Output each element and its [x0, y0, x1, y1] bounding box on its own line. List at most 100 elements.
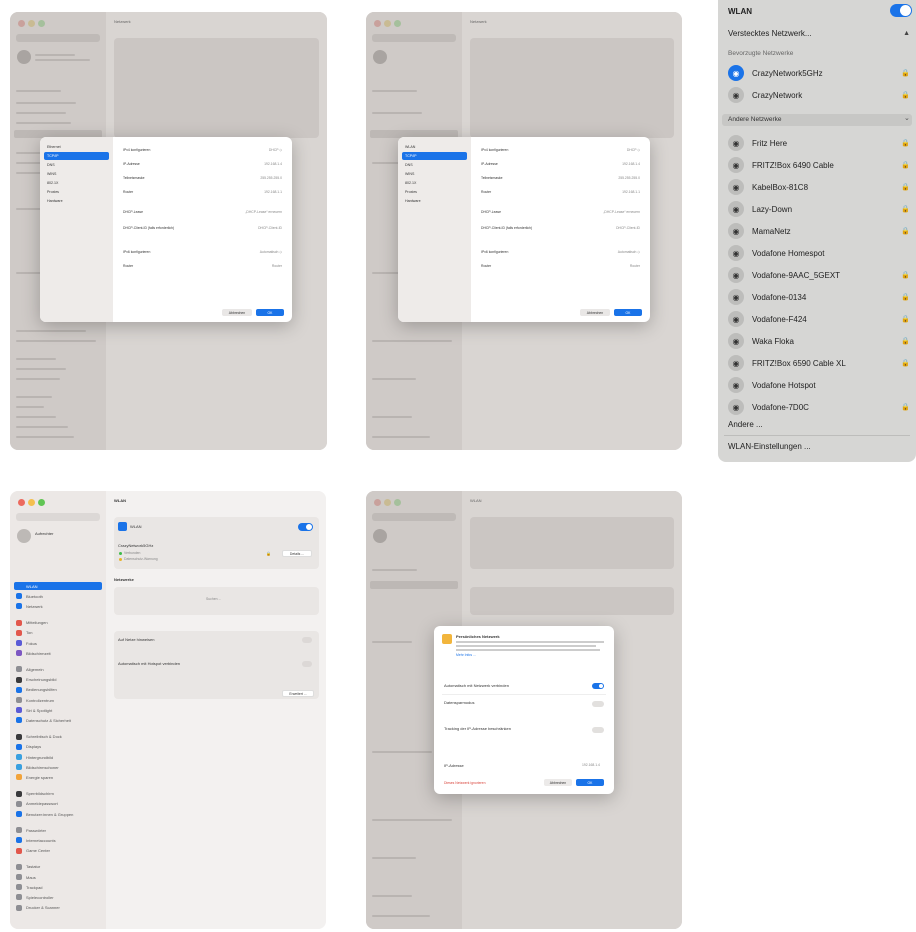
sidebar-item[interactable]: Anmeldepasswort [16, 800, 58, 808]
zoom-button[interactable] [394, 499, 401, 506]
sidebar-item[interactable]: Hintergrundbild [16, 753, 53, 761]
sidebar-item[interactable]: Allgemein [16, 665, 44, 673]
dialog-tab-hardware[interactable]: Hardware [44, 197, 109, 205]
dialog-tab-wins[interactable]: WINS [44, 170, 109, 178]
auto-join-toggle[interactable] [592, 683, 604, 689]
sidebar-item[interactable]: Tastatur [16, 863, 40, 871]
dialog-tab-proxies[interactable]: Proxies [44, 188, 109, 196]
network-item[interactable]: ◉ CrazyNetwork5GHz 🔒 [728, 62, 910, 84]
sidebar-item[interactable]: Game Center [16, 847, 50, 855]
forget-network-button[interactable]: Dieses Netzwerk ignorieren [444, 781, 485, 785]
dialog-tab-wlan[interactable]: WLAN [402, 143, 467, 151]
close-button[interactable] [18, 20, 25, 27]
sidebar-item[interactable]: Bluetooth [16, 592, 43, 600]
sidebar-item[interactable]: Benutzer:innen & Gruppen [16, 810, 73, 818]
dialog-tab-wins[interactable]: WINS [402, 170, 467, 178]
sidebar-item[interactable]: Ton [16, 629, 32, 637]
sidebar-item[interactable]: Schreibtisch & Dock [16, 733, 62, 741]
ok-button[interactable]: OK [576, 779, 604, 786]
sidebar-item[interactable]: WLAN [14, 582, 102, 590]
sidebar-item[interactable]: Drucker & Scanner [16, 904, 60, 912]
sidebar-item[interactable]: Siri & Spotlight [16, 706, 52, 714]
network-item[interactable]: ◉ Vodafone-F424 🔒 [728, 308, 910, 330]
setting-row[interactable]: IPv6 konfigurieren Automatisch ◇ [481, 247, 640, 257]
dialog-tab-tcpip[interactable]: TCP/IP [44, 152, 109, 160]
network-item[interactable]: ◉ KabelBox-81C8 🔒 [728, 176, 910, 198]
setting-row[interactable]: DHCP-Lease „DHCP-Lease“ erneuern [481, 207, 640, 217]
sidebar-item[interactable]: Sperrbildschirm [16, 790, 54, 798]
more-info-link[interactable]: Mehr Infos ... [456, 653, 476, 657]
setting-row[interactable]: IPv4 konfigurieren DHCP ◇ [123, 145, 282, 155]
sidebar-item[interactable]: Internetaccounts [16, 836, 56, 844]
network-item[interactable]: ◉ FRITZ!Box 6490 Cable 🔒 [728, 154, 910, 176]
dialog-tab-8021x[interactable]: 802.1X [402, 179, 467, 187]
sidebar-item[interactable]: Spielecontroller [16, 893, 54, 901]
zoom-button[interactable] [394, 20, 401, 27]
sidebar-item[interactable]: Bedienungshilfen [16, 686, 57, 694]
search-field[interactable] [372, 34, 456, 42]
network-item[interactable]: ◉ Lazy-Down 🔒 [728, 198, 910, 220]
low-data-toggle[interactable] [592, 701, 604, 707]
network-item[interactable]: ◉ Fritz Here 🔒 [728, 132, 910, 154]
sidebar-item[interactable]: Trackpad [16, 883, 43, 891]
setting-row[interactable]: DHCP-Client-ID (falls erforderlich) DHCP-… [481, 223, 640, 233]
wlan-settings-item[interactable]: WLAN-Einstellungen ... [728, 442, 910, 451]
sidebar-item[interactable]: Mitteilungen [16, 619, 48, 627]
zoom-button[interactable] [38, 499, 45, 506]
minimize-button[interactable] [28, 499, 35, 506]
minimize-button[interactable] [384, 499, 391, 506]
wlan-toggle[interactable] [298, 523, 313, 531]
sidebar-item[interactable]: Netzwerk [16, 602, 43, 610]
sidebar-item[interactable]: Passwörter [16, 826, 46, 834]
dialog-tab-tcpip[interactable]: TCP/IP [402, 152, 467, 160]
search-field[interactable] [16, 513, 100, 521]
network-item[interactable]: ◉ FRITZ!Box 6590 Cable XL 🔒 [728, 352, 910, 374]
search-field[interactable] [16, 34, 100, 42]
sidebar-item[interactable]: Erscheinungsbild [16, 676, 56, 684]
ok-button[interactable]: OK [256, 309, 284, 316]
sidebar-item[interactable]: Datenschutz & Sicherheit [16, 716, 71, 724]
network-item[interactable]: ◉ Vodafone-0134 🔒 [728, 286, 910, 308]
sidebar-item[interactable]: Displays [16, 743, 41, 751]
sidebar-item-selected[interactable] [370, 581, 458, 589]
close-button[interactable] [374, 20, 381, 27]
sidebar-item[interactable]: Fokus [16, 639, 37, 647]
cancel-button[interactable]: Abbrechen [544, 779, 572, 786]
dialog-tab-hardware[interactable]: Hardware [402, 197, 467, 205]
dialog-tab-proxies[interactable]: Proxies [402, 188, 467, 196]
ok-button[interactable]: OK [614, 309, 642, 316]
network-item[interactable]: ◉ Vodafone Homespot [728, 242, 910, 264]
minimize-button[interactable] [384, 20, 391, 27]
details-button[interactable]: Details ... [282, 550, 312, 557]
setting-row[interactable]: DHCP-Client-ID (falls erforderlich) DHCP-… [123, 223, 282, 233]
dialog-tab-ethernet[interactable]: Ethernet [44, 143, 109, 151]
network-item[interactable]: ◉ Vodafone Hotspot [728, 374, 910, 396]
sidebar-item[interactable]: Bildschirmschoner [16, 763, 59, 771]
setting-row[interactable]: DHCP-Lease „DHCP-Lease“ erneuern [123, 207, 282, 217]
network-item[interactable]: ◉ MamaNetz 🔒 [728, 220, 910, 242]
cancel-button[interactable]: Abbrechen [580, 309, 610, 316]
sidebar-item[interactable]: Energie sparen [16, 773, 53, 781]
dialog-tab-8021x[interactable]: 802.1X [44, 179, 109, 187]
close-button[interactable] [18, 499, 25, 506]
minimize-button[interactable] [28, 20, 35, 27]
setting-row[interactable]: IPv6 konfigurieren Automatisch ◇ [123, 247, 282, 257]
sidebar-item[interactable]: Maus [16, 873, 36, 881]
sidebar-item[interactable]: Kontrollzentrum [16, 696, 54, 704]
ask-hotspot-toggle[interactable] [302, 661, 312, 667]
hidden-network-item[interactable]: Verstecktes Netzwerk... ▲ [728, 22, 910, 44]
network-item[interactable]: ◉ Vodafone-9AAC_5GEXT 🔒 [728, 264, 910, 286]
search-field[interactable] [372, 513, 456, 521]
cancel-button[interactable]: Abbrechen [222, 309, 252, 316]
network-item[interactable]: ◉ CrazyNetwork 🔒 [728, 84, 910, 106]
setting-row[interactable]: IPv4 konfigurieren DHCP ◇ [481, 145, 640, 155]
close-button[interactable] [374, 499, 381, 506]
dialog-tab-dns[interactable]: DNS [402, 161, 467, 169]
dialog-tab-dns[interactable]: DNS [44, 161, 109, 169]
ask-join-toggle[interactable] [302, 637, 312, 643]
network-item[interactable]: ◉ Waka Floka 🔒 [728, 330, 910, 352]
limit-ip-toggle[interactable] [592, 727, 604, 733]
zoom-button[interactable] [38, 20, 45, 27]
network-item[interactable]: ◉ Vodafone-7D0C 🔒 [728, 396, 910, 418]
sidebar-item[interactable]: Bildschirmzeit [16, 649, 51, 657]
